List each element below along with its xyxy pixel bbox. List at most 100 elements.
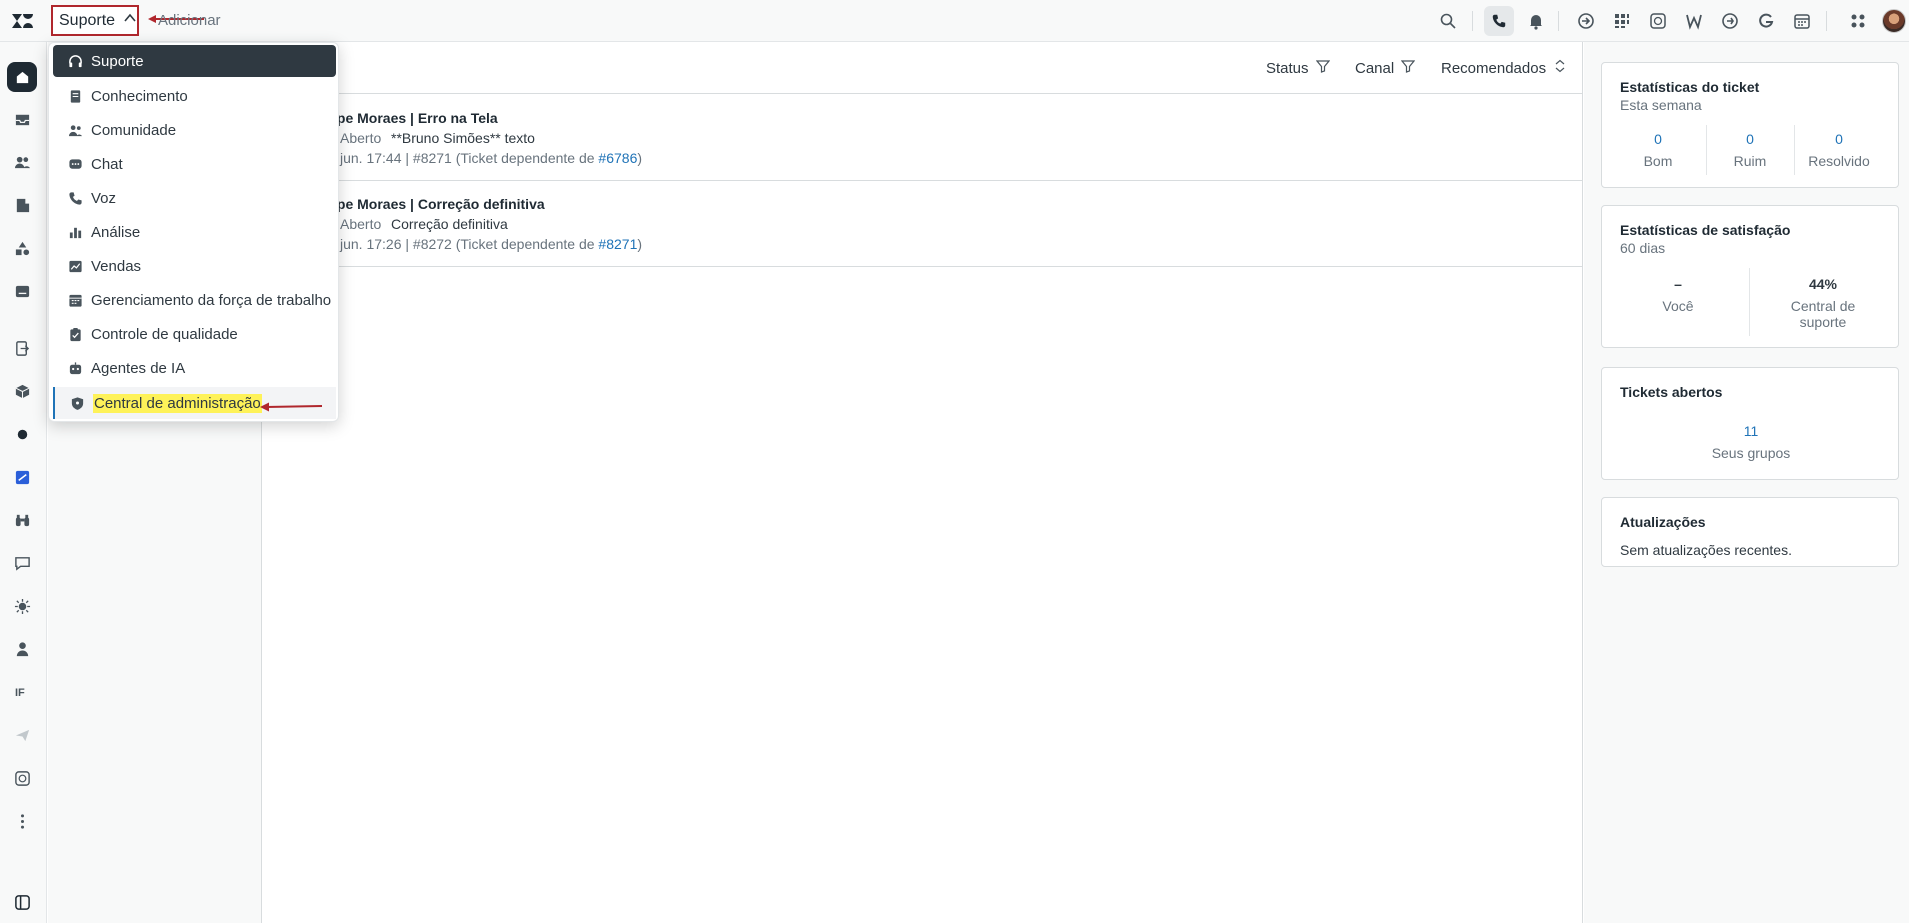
menu-item-analise[interactable]: Análise xyxy=(53,216,336,248)
menu-item-label: Chat xyxy=(91,155,123,173)
sort-label: Recomendados xyxy=(1441,59,1547,77)
bar-chart-icon xyxy=(67,224,83,240)
grid-pattern-icon[interactable] xyxy=(1612,11,1632,31)
ticket-link[interactable]: #8271 xyxy=(598,236,637,252)
user-avatar[interactable] xyxy=(1882,9,1906,33)
menu-item-workforce[interactable]: Gerenciamento da força de trabalho xyxy=(53,284,336,316)
product-menu: Suporte Conhecimento Comunidade Chat Voz… xyxy=(48,42,339,422)
menu-item-vendas[interactable]: Vendas xyxy=(53,250,336,282)
menu-item-ai-agents[interactable]: Agentes de IA xyxy=(53,352,336,384)
menu-item-comunidade[interactable]: Comunidade xyxy=(53,114,336,146)
menu-item-label: Comunidade xyxy=(91,121,177,139)
search-icon[interactable] xyxy=(1438,11,1458,31)
menu-item-label: Central de administração xyxy=(93,393,262,413)
clipboard-check-icon xyxy=(67,326,83,342)
robot-icon xyxy=(67,360,83,376)
more-vertical-icon[interactable] xyxy=(10,809,34,833)
if-app-icon[interactable]: IF xyxy=(15,687,25,699)
zendesk-logo-icon[interactable] xyxy=(10,10,34,32)
filter-bar: Status Canal Recomendados xyxy=(263,42,1583,94)
book-icon xyxy=(67,88,83,104)
cube-icon[interactable] xyxy=(10,379,34,403)
whatsapp-icon[interactable] xyxy=(1648,11,1668,31)
w-app-icon[interactable] xyxy=(1684,11,1704,31)
ticket-subtitle: **Bruno Simões** texto xyxy=(391,130,535,146)
trend-icon xyxy=(67,258,83,274)
menu-item-voz[interactable]: Voz xyxy=(53,182,336,214)
menu-item-label: Voz xyxy=(91,189,117,207)
bell-icon[interactable] xyxy=(1526,11,1546,31)
phone-icon[interactable] xyxy=(1484,6,1514,36)
ticket-title[interactable]: ipe Moraes | Erro na Tela xyxy=(333,110,498,126)
add-button[interactable]: Adicionar xyxy=(158,12,221,29)
sort-icon xyxy=(1553,59,1567,77)
stat-good[interactable]: 0 Bom xyxy=(1610,131,1706,169)
ticket-meta: jun. 17:26 | #8272 (Ticket dependente de… xyxy=(340,236,643,252)
reports-icon[interactable] xyxy=(10,279,34,303)
stat-your-groups[interactable]: 11 Seus grupos xyxy=(1602,423,1900,461)
ticket-stats-card: Estatísticas do ticket Esta semana 0 Bom… xyxy=(1601,62,1899,188)
updates-text: Sem atualizações recentes. xyxy=(1620,542,1792,558)
collapse-sidebar-icon[interactable] xyxy=(10,890,34,914)
product-switcher-label: Suporte xyxy=(59,11,116,29)
main-ticket-list: Status Canal Recomendados ipe Moraes | E… xyxy=(263,42,1583,923)
ticket-link[interactable]: #6786 xyxy=(598,150,637,166)
menu-item-label: Análise xyxy=(91,223,141,241)
binoculars-icon[interactable] xyxy=(10,508,34,532)
blue-app-icon[interactable] xyxy=(10,465,34,489)
calendar-app-icon[interactable] xyxy=(1792,11,1812,31)
menu-item-suporte[interactable]: Suporte xyxy=(53,45,336,77)
forward-circle-icon[interactable] xyxy=(1720,11,1740,31)
ticket-status: Aberto xyxy=(340,216,382,232)
filter-icon xyxy=(1315,59,1330,77)
card-title: Tickets abertos xyxy=(1620,384,1723,400)
chevron-up-icon xyxy=(123,11,137,30)
sort-dropdown[interactable]: Recomendados xyxy=(1441,59,1567,77)
card-subtitle: 60 dias xyxy=(1620,240,1666,256)
card-title: Atualizações xyxy=(1620,514,1706,530)
menu-item-conhecimento[interactable]: Conhecimento xyxy=(53,80,336,112)
ticket-meta: jun. 17:44 | #8271 (Ticket dependente de… xyxy=(340,150,643,166)
menu-item-label: Conhecimento xyxy=(91,87,188,105)
ticket-subtitle: Correção definitiva xyxy=(391,216,508,232)
stat-bad[interactable]: 0 Ruim xyxy=(1706,131,1794,169)
g-app-icon[interactable] xyxy=(1756,11,1776,31)
speech-bubble-icon[interactable] xyxy=(10,551,34,575)
stat-support-center: 44% Central de suporte xyxy=(1790,276,1856,330)
menu-item-label: Gerenciamento da força de trabalho xyxy=(91,291,332,309)
top-bar: Suporte Adicionar xyxy=(0,0,1909,42)
card-subtitle: Esta semana xyxy=(1620,97,1702,113)
menu-item-label: Suporte xyxy=(91,52,144,70)
customers-icon[interactable] xyxy=(10,150,34,174)
arrow-circle-icon[interactable] xyxy=(1576,11,1596,31)
dot-icon[interactable] xyxy=(10,422,34,446)
left-navigation: IF xyxy=(0,42,47,923)
shapes-icon[interactable] xyxy=(10,236,34,260)
agent-icon[interactable] xyxy=(10,637,34,661)
inbox-icon[interactable] xyxy=(10,107,34,131)
card-title: Estatísticas de satisfação xyxy=(1620,222,1791,238)
app-sidebar-icon[interactable] xyxy=(10,336,34,360)
sun-icon[interactable] xyxy=(10,594,34,618)
menu-item-chat[interactable]: Chat xyxy=(53,148,336,180)
chat-icon xyxy=(67,156,83,172)
channel-filter[interactable]: Canal xyxy=(1355,59,1416,77)
ticket-row[interactable]: ipe Moraes | Correção definitiva Aberto … xyxy=(263,181,1583,267)
menu-item-label: Agentes de IA xyxy=(91,359,186,377)
phone-icon xyxy=(67,190,83,206)
status-filter[interactable]: Status xyxy=(1266,59,1330,77)
channel-filter-label: Canal xyxy=(1355,59,1395,77)
stat-you: – Você xyxy=(1662,276,1694,314)
whatsapp-nav-icon[interactable] xyxy=(10,766,34,790)
filter-icon xyxy=(1400,59,1416,77)
home-icon[interactable] xyxy=(7,62,37,92)
faded-plane-icon[interactable] xyxy=(10,723,34,747)
shield-icon xyxy=(69,395,85,411)
stat-solved[interactable]: 0 Resolvido xyxy=(1794,131,1884,169)
apps-icon[interactable] xyxy=(1848,11,1868,31)
ticket-title[interactable]: ipe Moraes | Correção definitiva xyxy=(333,196,545,212)
organizations-icon[interactable] xyxy=(10,193,34,217)
ticket-row[interactable]: ipe Moraes | Erro na Tela Aberto **Bruno… xyxy=(263,95,1583,181)
menu-item-quality[interactable]: Controle de qualidade xyxy=(53,318,336,350)
product-switcher-button[interactable]: Suporte xyxy=(51,5,139,36)
